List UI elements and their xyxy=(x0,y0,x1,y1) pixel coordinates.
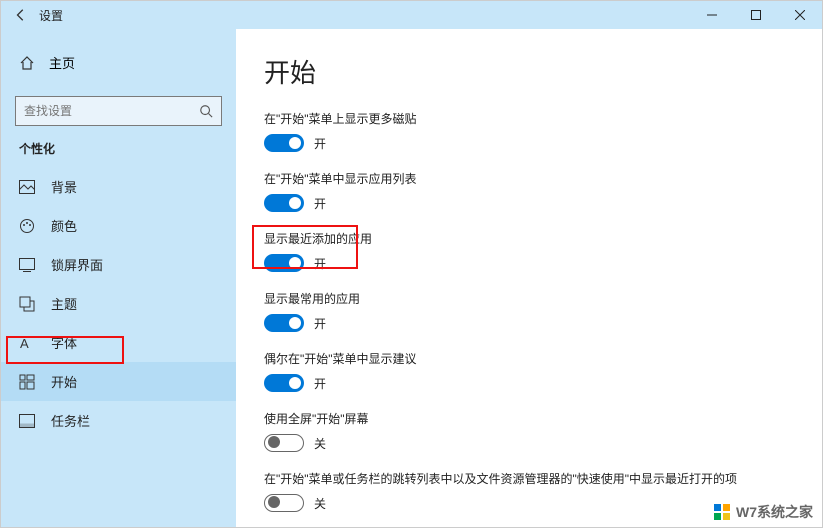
palette-icon xyxy=(19,218,37,234)
toggle-line: 开 xyxy=(264,194,794,212)
window-controls xyxy=(690,1,822,29)
search-wrap xyxy=(1,96,236,126)
theme-icon xyxy=(19,296,37,312)
search-box[interactable] xyxy=(15,96,222,126)
titlebar: 设置 xyxy=(1,1,822,29)
toggle-knob xyxy=(289,257,301,269)
toggle-knob xyxy=(289,197,301,209)
sidebar: 主页 个性化 背景 颜色 xyxy=(1,29,236,527)
home-icon xyxy=(19,55,37,71)
back-button[interactable] xyxy=(9,8,33,22)
toggle-switch[interactable] xyxy=(264,434,304,452)
font-icon: A xyxy=(19,335,37,351)
toggle-switch[interactable] xyxy=(264,254,304,272)
toggle-switch[interactable] xyxy=(264,494,304,512)
toggle-line: 开 xyxy=(264,254,794,272)
svg-text:A: A xyxy=(20,336,29,351)
setting-row: 显示最常用的应用开 xyxy=(264,290,794,332)
sidebar-home[interactable]: 主页 xyxy=(1,47,236,78)
toggle-switch[interactable] xyxy=(264,374,304,392)
sidebar-item-fonts[interactable]: A 字体 xyxy=(1,323,236,362)
toggle-line: 开 xyxy=(264,374,794,392)
start-icon xyxy=(19,374,37,390)
setting-label: 使用全屏"开始"屏幕 xyxy=(264,410,794,427)
toggle-state-label: 开 xyxy=(314,255,326,272)
setting-row: 使用全屏"开始"屏幕关 xyxy=(264,410,794,452)
close-button[interactable] xyxy=(778,1,822,29)
toggle-switch[interactable] xyxy=(264,194,304,212)
toggle-state-label: 开 xyxy=(314,195,326,212)
sidebar-item-label: 开始 xyxy=(51,372,77,391)
sidebar-item-start[interactable]: 开始 xyxy=(1,362,236,401)
setting-row: 显示最近添加的应用开 xyxy=(264,230,794,272)
toggle-line: 开 xyxy=(264,134,794,152)
content-area: 开始 在"开始"菜单上显示更多磁贴开在"开始"菜单中显示应用列表开显示最近添加的… xyxy=(236,29,822,527)
minimize-button[interactable] xyxy=(690,1,734,29)
sidebar-nav: 背景 颜色 锁屏界面 主题 A 字体 xyxy=(1,167,236,440)
picture-icon xyxy=(19,180,37,194)
search-icon xyxy=(199,104,213,118)
sidebar-item-lockscreen[interactable]: 锁屏界面 xyxy=(1,245,236,284)
toggle-line: 关 xyxy=(264,434,794,452)
watermark: W7系统之家 xyxy=(712,502,813,522)
toggle-state-label: 开 xyxy=(314,375,326,392)
maximize-button[interactable] xyxy=(734,1,778,29)
toggle-knob xyxy=(268,436,280,448)
sidebar-item-label: 字体 xyxy=(51,333,77,352)
watermark-text: W7系统之家 xyxy=(736,502,813,522)
settings-window: 设置 主页 xyxy=(0,0,823,528)
page-heading: 开始 xyxy=(264,53,794,90)
setting-label: 显示最常用的应用 xyxy=(264,290,794,307)
setting-label: 偶尔在"开始"菜单中显示建议 xyxy=(264,350,794,367)
settings-list: 在"开始"菜单上显示更多磁贴开在"开始"菜单中显示应用列表开显示最近添加的应用开… xyxy=(264,110,794,512)
toggle-state-label: 关 xyxy=(314,495,326,512)
setting-label: 在"开始"菜单或任务栏的跳转列表中以及文件资源管理器的"快速使用"中显示最近打开… xyxy=(264,470,794,487)
search-input[interactable] xyxy=(24,104,199,118)
toggle-knob xyxy=(268,496,280,508)
sidebar-item-taskbar[interactable]: 任务栏 xyxy=(1,401,236,440)
sidebar-item-label: 背景 xyxy=(51,177,77,196)
sidebar-item-label: 任务栏 xyxy=(51,411,90,430)
toggle-knob xyxy=(289,137,301,149)
toggle-state-label: 关 xyxy=(314,435,326,452)
sidebar-item-label: 颜色 xyxy=(51,216,77,235)
setting-label: 在"开始"菜单中显示应用列表 xyxy=(264,170,794,187)
setting-label: 显示最近添加的应用 xyxy=(264,230,794,247)
toggle-knob xyxy=(289,317,301,329)
sidebar-item-label: 锁屏界面 xyxy=(51,255,103,274)
toggle-switch[interactable] xyxy=(264,134,304,152)
toggle-line: 开 xyxy=(264,314,794,332)
setting-row: 偶尔在"开始"菜单中显示建议开 xyxy=(264,350,794,392)
sidebar-section-label: 个性化 xyxy=(1,140,236,167)
setting-row: 在"开始"菜单中显示应用列表开 xyxy=(264,170,794,212)
setting-label: 在"开始"菜单上显示更多磁贴 xyxy=(264,110,794,127)
toggle-knob xyxy=(289,377,301,389)
sidebar-item-label: 主题 xyxy=(51,294,77,313)
lockscreen-icon xyxy=(19,258,37,272)
window-title: 设置 xyxy=(39,7,63,24)
sidebar-home-label: 主页 xyxy=(49,53,75,72)
sidebar-item-themes[interactable]: 主题 xyxy=(1,284,236,323)
watermark-logo xyxy=(712,502,732,522)
toggle-switch[interactable] xyxy=(264,314,304,332)
sidebar-item-background[interactable]: 背景 xyxy=(1,167,236,206)
sidebar-item-colors[interactable]: 颜色 xyxy=(1,206,236,245)
toggle-state-label: 开 xyxy=(314,135,326,152)
window-body: 主页 个性化 背景 颜色 xyxy=(1,29,822,527)
toggle-state-label: 开 xyxy=(314,315,326,332)
taskbar-icon xyxy=(19,414,37,428)
setting-row: 在"开始"菜单上显示更多磁贴开 xyxy=(264,110,794,152)
